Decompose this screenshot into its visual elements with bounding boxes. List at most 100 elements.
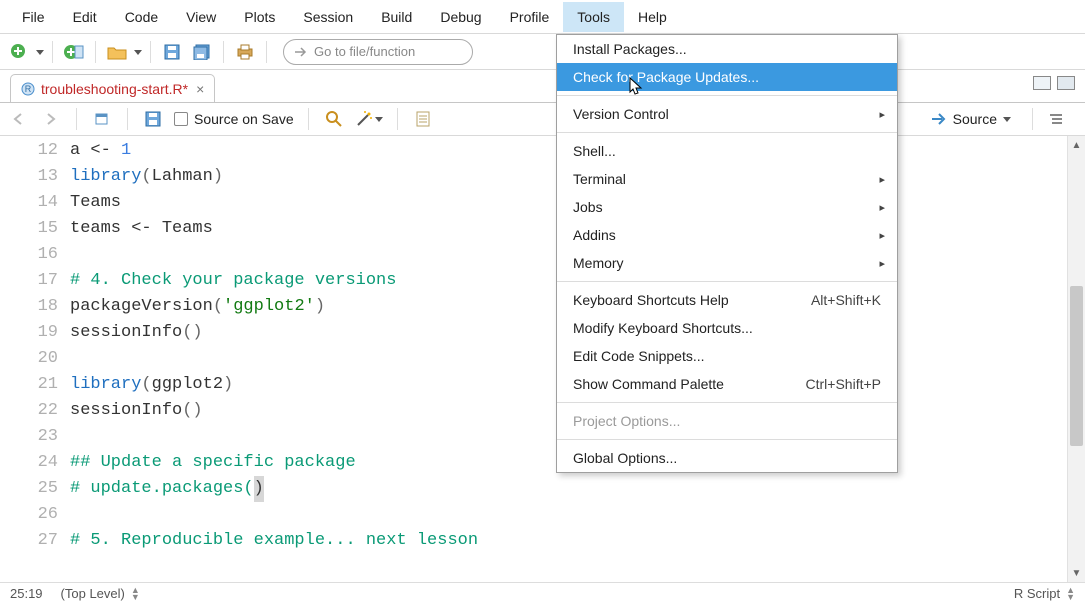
new-file-button[interactable] [6, 39, 32, 65]
file-tab[interactable]: R troubleshooting-start.R* × [10, 74, 215, 102]
menu-separator [557, 132, 897, 133]
status-bar: 25:19 (Top Level) ▲▼ R Script ▲▼ [0, 582, 1085, 604]
menu-item-label: Project Options... [573, 413, 680, 429]
line-number: 19 [0, 320, 58, 346]
maximize-pane-button[interactable] [1057, 76, 1075, 90]
cursor-position: 25:19 [10, 586, 43, 601]
menu-item-label: Install Packages... [573, 41, 687, 57]
menu-item-shell[interactable]: Shell... [557, 137, 897, 165]
scroll-up-icon[interactable]: ▲ [1068, 136, 1085, 154]
line-number-gutter: 12131415161718192021222324252627 [0, 136, 70, 582]
menu-debug[interactable]: Debug [426, 2, 495, 32]
menu-item-check-for-package-updates[interactable]: Check for Package Updates... [557, 63, 897, 91]
scope-selector[interactable]: (Top Level) ▲▼ [61, 586, 140, 601]
dropdown-caret-icon[interactable] [36, 48, 44, 56]
find-replace-button[interactable] [323, 108, 345, 130]
menu-view[interactable]: View [172, 2, 230, 32]
scroll-down-icon[interactable]: ▼ [1068, 564, 1085, 582]
menu-file[interactable]: File [8, 2, 59, 32]
source-button-label: Source [953, 111, 997, 127]
menu-item-modify-keyboard-shortcuts[interactable]: Modify Keyboard Shortcuts... [557, 314, 897, 342]
file-mode-selector[interactable]: R Script ▲▼ [1014, 586, 1075, 601]
menu-item-memory[interactable]: Memory [557, 249, 897, 277]
compile-report-button[interactable] [412, 108, 434, 130]
code-line: # update.packages() [70, 476, 1067, 502]
line-number: 23 [0, 424, 58, 450]
line-number: 17 [0, 268, 58, 294]
menu-plots[interactable]: Plots [230, 2, 289, 32]
updown-icon: ▲▼ [131, 587, 140, 601]
menu-item-show-command-palette[interactable]: Show Command PaletteCtrl+Shift+P [557, 370, 897, 398]
menu-item-keyboard-shortcuts-help[interactable]: Keyboard Shortcuts HelpAlt+Shift+K [557, 286, 897, 314]
open-file-button[interactable] [104, 39, 130, 65]
menu-item-label: Show Command Palette [573, 376, 724, 392]
print-button[interactable] [232, 39, 258, 65]
line-number: 25 [0, 476, 58, 502]
wand-icon [355, 110, 373, 128]
tab-bar: R troubleshooting-start.R* × [0, 70, 1085, 102]
separator [223, 41, 224, 63]
menu-separator [557, 95, 897, 96]
menu-edit[interactable]: Edit [59, 2, 111, 32]
dropdown-caret-icon[interactable] [1003, 115, 1011, 123]
updown-icon: ▲▼ [1066, 587, 1075, 601]
r-file-icon: R [21, 82, 35, 96]
source-arrow-icon [931, 112, 947, 126]
goto-file-function-input[interactable]: Go to file/function [283, 39, 473, 65]
scroll-thumb[interactable] [1070, 286, 1083, 446]
menu-item-jobs[interactable]: Jobs [557, 193, 897, 221]
save-button[interactable] [142, 108, 164, 130]
arrow-right-icon [294, 46, 308, 58]
menu-item-label: Modify Keyboard Shortcuts... [573, 320, 753, 336]
menu-item-label: Version Control [573, 106, 669, 122]
menu-item-label: Jobs [573, 199, 603, 215]
file-mode-label: R Script [1014, 586, 1060, 601]
separator [1032, 108, 1033, 130]
menu-item-edit-code-snippets[interactable]: Edit Code Snippets... [557, 342, 897, 370]
pane-window-buttons [1033, 76, 1075, 90]
separator [52, 41, 53, 63]
separator [95, 41, 96, 63]
menu-session[interactable]: Session [289, 2, 367, 32]
menubar: FileEditCodeViewPlotsSessionBuildDebugPr… [0, 0, 1085, 34]
menu-profile[interactable]: Profile [496, 2, 564, 32]
line-number: 21 [0, 372, 58, 398]
code-tools-button[interactable] [355, 110, 383, 128]
show-in-new-window-button[interactable] [91, 108, 113, 130]
separator [308, 108, 309, 130]
tools-menu-dropdown: Install Packages... Check for Package Upd… [556, 34, 898, 473]
outline-button[interactable] [1045, 108, 1067, 130]
forward-button[interactable] [40, 108, 62, 130]
menu-item-label: Terminal [573, 171, 626, 187]
source-button[interactable]: Source [922, 107, 1020, 131]
menu-code[interactable]: Code [111, 2, 172, 32]
menu-item-project-options: Project Options... [557, 407, 897, 435]
menu-item-version-control[interactable]: Version Control [557, 100, 897, 128]
menu-item-label: Check for Package Updates... [573, 69, 759, 85]
save-all-button[interactable] [189, 39, 215, 65]
goto-placeholder: Go to file/function [314, 44, 415, 59]
dropdown-caret-icon[interactable] [134, 48, 142, 56]
menu-item-label: Addins [573, 227, 616, 243]
separator [76, 108, 77, 130]
line-number: 16 [0, 242, 58, 268]
menu-item-terminal[interactable]: Terminal [557, 165, 897, 193]
save-button[interactable] [159, 39, 185, 65]
menu-tools[interactable]: Tools [563, 2, 624, 32]
menu-item-addins[interactable]: Addins [557, 221, 897, 249]
close-tab-icon[interactable]: × [194, 81, 204, 97]
menu-item-label: Edit Code Snippets... [573, 348, 705, 364]
checkbox-icon [174, 112, 188, 126]
minimize-pane-button[interactable] [1033, 76, 1051, 90]
vertical-scrollbar[interactable]: ▲ ▼ [1067, 136, 1085, 582]
menu-item-install-packages[interactable]: Install Packages... [557, 35, 897, 63]
new-project-button[interactable] [61, 39, 87, 65]
menu-build[interactable]: Build [367, 2, 426, 32]
menu-help[interactable]: Help [624, 2, 681, 32]
menu-item-global-options[interactable]: Global Options... [557, 444, 897, 472]
back-button[interactable] [8, 108, 30, 130]
source-on-save-toggle[interactable]: Source on Save [174, 111, 294, 127]
line-number: 13 [0, 164, 58, 190]
menu-item-label: Memory [573, 255, 624, 271]
separator [397, 108, 398, 130]
